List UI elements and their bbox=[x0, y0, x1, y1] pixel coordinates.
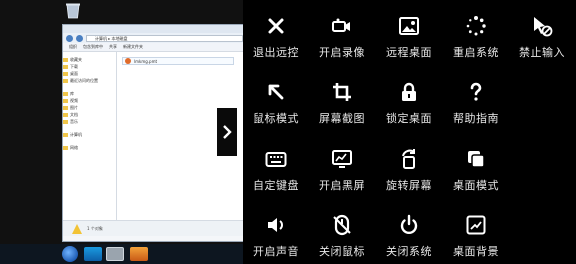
desktop-mode-button[interactable]: 桌面模式 bbox=[443, 133, 509, 197]
back-icon[interactable] bbox=[66, 34, 73, 42]
rotate-icon bbox=[402, 149, 415, 169]
folder-icon bbox=[63, 64, 68, 69]
explorer-taskbar-icon[interactable] bbox=[106, 247, 124, 261]
explorer-nav-bar: 计算机 ▸ 本地磁盘 bbox=[63, 33, 243, 43]
sidebar-item-desktop[interactable]: 桌面 bbox=[63, 70, 116, 77]
sidebar-item-network[interactable]: 网络 bbox=[63, 144, 116, 151]
explorer-title-bar[interactable] bbox=[63, 25, 243, 33]
sidebar-item-libraries[interactable]: 库 bbox=[63, 90, 116, 97]
network-icon bbox=[63, 145, 68, 150]
restart-system-button[interactable]: 重启系统 bbox=[443, 0, 509, 64]
star-icon bbox=[63, 57, 68, 62]
sidebar-item-downloads[interactable]: 下载 bbox=[63, 63, 116, 70]
question-icon bbox=[470, 82, 482, 101]
keyboard-icon bbox=[265, 152, 287, 167]
arrow-up-left-icon bbox=[268, 84, 284, 100]
app-taskbar-icon[interactable] bbox=[130, 247, 148, 261]
mouse-off-icon bbox=[333, 214, 351, 236]
sidebar-item-recent[interactable]: 最近访问的位置 bbox=[63, 77, 116, 84]
folder-icon bbox=[63, 78, 68, 83]
toolbar-organize[interactable]: 组织 bbox=[69, 44, 77, 50]
crop-icon bbox=[333, 83, 351, 101]
start-button[interactable] bbox=[62, 246, 78, 262]
shutdown-system-button[interactable]: 关闭系统 bbox=[376, 199, 442, 263]
lock-icon bbox=[402, 82, 416, 101]
disable-mouse-button[interactable]: 关闭鼠标 bbox=[309, 199, 375, 263]
sidebar-item-computer[interactable]: 计算机 bbox=[63, 131, 116, 138]
sidebar-item-pictures[interactable]: 图片 bbox=[63, 104, 116, 111]
sidebar-item-music[interactable]: 音乐 bbox=[63, 118, 116, 125]
cursor-block-icon bbox=[534, 17, 553, 37]
list-item[interactable]: lmkmg.pmt bbox=[122, 57, 234, 65]
recycle-bin-icon[interactable] bbox=[64, 2, 82, 19]
toolbar-share[interactable]: 共享 bbox=[109, 44, 117, 50]
file-explorer-window[interactable]: 计算机 ▸ 本地磁盘 组织 包含到库中 共享 新建文件夹 收藏夹 下载 桌面 最… bbox=[62, 24, 243, 242]
forward-icon[interactable] bbox=[76, 34, 83, 42]
lock-desktop-button[interactable]: 锁定桌面 bbox=[376, 66, 442, 130]
wallpaper-icon bbox=[466, 215, 486, 235]
disable-input-button[interactable]: 禁止输入 bbox=[509, 0, 575, 64]
sidebar-item-favorites[interactable]: 收藏夹 bbox=[63, 56, 116, 63]
drive-icon bbox=[72, 223, 82, 234]
folder-icon bbox=[63, 105, 68, 110]
remote-desktop-button[interactable]: 远程桌面 bbox=[376, 0, 442, 64]
remote-control-menu: 退出远控 开启录像 远程桌面 重启系统 禁止输入 鼠标模式 屏幕截图 锁定桌面 … bbox=[243, 0, 576, 264]
explorer-sidebar: 收藏夹 下载 桌面 最近访问的位置 库 视频 图片 文档 音乐 计算机 网络 bbox=[63, 52, 117, 220]
folder-icon bbox=[63, 112, 68, 117]
rotate-screen-button[interactable]: 旋转屏幕 bbox=[376, 133, 442, 197]
custom-keyboard-button[interactable]: 自定键盘 bbox=[243, 133, 309, 197]
folder-icon bbox=[63, 71, 68, 76]
folder-icon bbox=[63, 98, 68, 103]
spinner-icon bbox=[466, 16, 486, 36]
explorer-toolbar: 组织 包含到库中 共享 新建文件夹 bbox=[63, 43, 243, 52]
power-icon bbox=[400, 214, 418, 235]
image-icon bbox=[399, 17, 419, 35]
exit-remote-button[interactable]: 退出远控 bbox=[243, 0, 309, 64]
speaker-icon bbox=[268, 218, 283, 232]
file-icon bbox=[125, 58, 131, 64]
library-icon bbox=[63, 91, 68, 96]
video-icon bbox=[332, 18, 350, 32]
folder-icon bbox=[63, 119, 68, 124]
toolbar-include-library[interactable]: 包含到库中 bbox=[83, 44, 103, 50]
start-recording-button[interactable]: 开启录像 bbox=[309, 0, 375, 64]
ie-icon[interactable] bbox=[84, 247, 102, 261]
remote-desktop-preview[interactable]: 计算机 ▸ 本地磁盘 组织 包含到库中 共享 新建文件夹 收藏夹 下载 桌面 最… bbox=[0, 0, 243, 264]
toolbar-new-folder[interactable]: 新建文件夹 bbox=[123, 44, 143, 50]
expand-panel-button[interactable] bbox=[217, 108, 237, 156]
mouse-mode-button[interactable]: 鼠标模式 bbox=[243, 66, 309, 130]
close-icon bbox=[268, 18, 284, 34]
computer-icon bbox=[63, 132, 68, 137]
enable-sound-button[interactable]: 开启声音 bbox=[243, 199, 309, 263]
remote-control-screen: 计算机 ▸ 本地磁盘 组织 包含到库中 共享 新建文件夹 收藏夹 下载 桌面 最… bbox=[0, 0, 576, 264]
desktop-background-button[interactable]: 桌面背景 bbox=[443, 199, 509, 263]
sidebar-item-documents[interactable]: 文档 bbox=[63, 111, 116, 118]
desktop-mode-icon bbox=[468, 151, 485, 168]
monitor-icon bbox=[332, 150, 352, 168]
screenshot-button[interactable]: 屏幕截图 bbox=[309, 66, 375, 130]
sidebar-item-videos[interactable]: 视频 bbox=[63, 97, 116, 104]
help-guide-button[interactable]: 帮助指南 bbox=[443, 66, 509, 130]
explorer-status-bar: 1 个对象 bbox=[63, 220, 243, 236]
black-screen-button[interactable]: 开启黑屏 bbox=[309, 133, 375, 197]
chevron-right-icon bbox=[223, 125, 232, 139]
address-bar[interactable]: 计算机 ▸ 本地磁盘 bbox=[86, 34, 243, 42]
